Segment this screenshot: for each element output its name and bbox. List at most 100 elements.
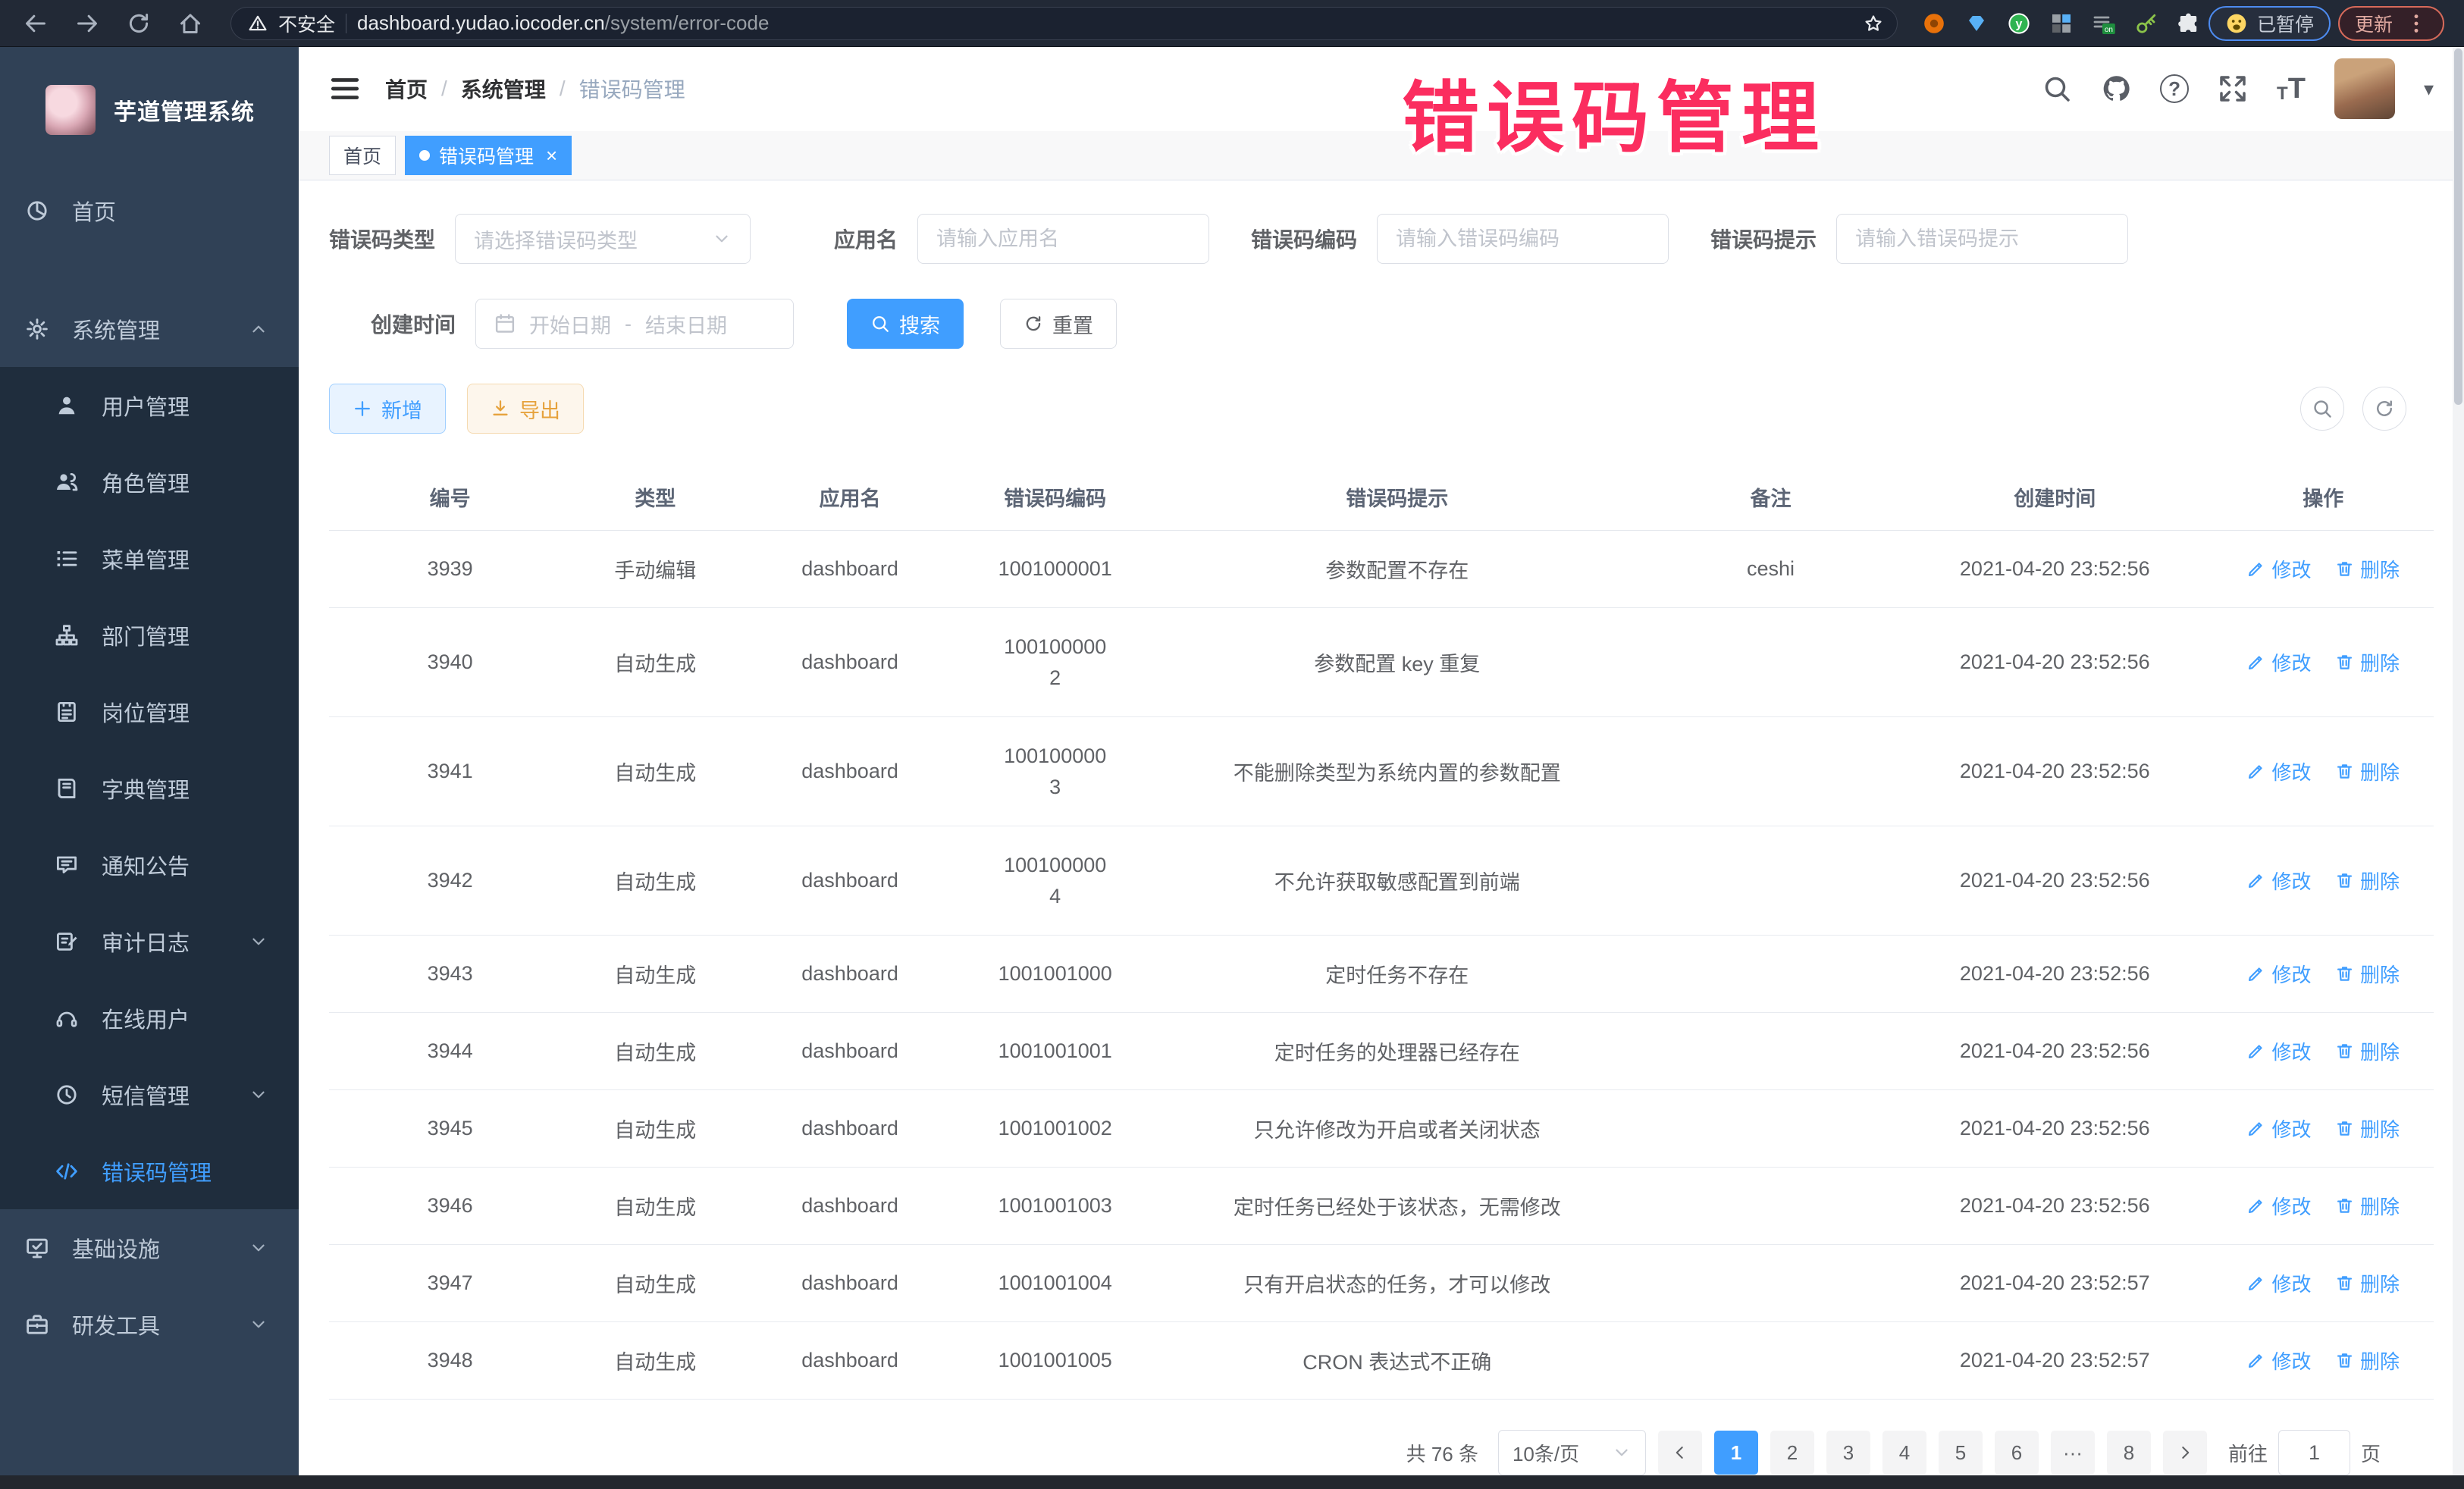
download-icon — [491, 399, 510, 418]
grid-extension-icon[interactable] — [2049, 11, 2074, 36]
app-name-input[interactable] — [936, 227, 1190, 251]
sidebar-item-5[interactable]: 部门管理 — [0, 597, 299, 673]
edit-link[interactable]: 修改 — [2246, 1346, 2311, 1375]
export-button[interactable]: 导出 — [467, 384, 584, 434]
reset-button[interactable]: 重置 — [1000, 299, 1117, 349]
error-type-select[interactable]: 请选择错误码类型 — [455, 214, 751, 264]
reload-icon[interactable] — [126, 11, 152, 36]
sidebar-item-14[interactable]: 研发工具 — [0, 1286, 299, 1362]
breadcrumb-item[interactable]: 首页 — [385, 74, 428, 104]
font-size-icon[interactable]: TT — [2277, 74, 2306, 103]
home-icon[interactable] — [177, 11, 203, 36]
edit-link[interactable]: 修改 — [2246, 1192, 2311, 1220]
caret-down-icon[interactable]: ▾ — [2424, 77, 2434, 101]
edit-link[interactable]: 修改 — [2246, 648, 2311, 676]
delete-link[interactable]: 删除 — [2335, 555, 2400, 583]
sidebar-item-3[interactable]: 角色管理 — [0, 444, 299, 520]
error-code-input[interactable] — [1396, 227, 1650, 251]
page-button-3[interactable]: 3 — [1826, 1431, 1870, 1475]
cell-note — [1644, 1090, 1897, 1168]
delete-link[interactable]: 删除 — [2335, 1346, 2400, 1375]
edit-link[interactable]: 修改 — [2246, 757, 2311, 785]
delete-link[interactable]: 删除 — [2335, 960, 2400, 988]
search-button[interactable]: 搜索 — [847, 299, 964, 349]
sidebar-item-12[interactable]: 错误码管理 — [0, 1133, 299, 1209]
more-menu-icon[interactable] — [2405, 12, 2428, 35]
delete-link[interactable]: 删除 — [2335, 757, 2400, 785]
edit-link[interactable]: 修改 — [2246, 1269, 2311, 1297]
sidebar-item-4[interactable]: 菜单管理 — [0, 520, 299, 597]
tab-0[interactable]: 首页 — [329, 136, 396, 175]
sidebar-item-label: 首页 — [72, 195, 116, 227]
delete-link[interactable]: 删除 — [2335, 1192, 2400, 1220]
page-content: 错误码类型 请选择错误码类型 应用名 错误码编码 — [299, 180, 2464, 1475]
window-scrollbar[interactable] — [2453, 47, 2464, 1475]
address-bar[interactable]: 不安全 dashboard.yudao.iocoder.cn/system/er… — [230, 7, 1898, 40]
sidebar-item-2[interactable]: 用户管理 — [0, 367, 299, 444]
page-button-···[interactable]: ··· — [2051, 1431, 2095, 1475]
help-icon[interactable]: ? — [2160, 74, 2189, 103]
edit-link[interactable]: 修改 — [2246, 1114, 2311, 1143]
sidebar-item-8[interactable]: 通知公告 — [0, 826, 299, 903]
table-row: 3944 自动生成 dashboard 1001001001 定时任务的处理器已… — [329, 1013, 2434, 1090]
cell-actions: 修改 删除 — [2212, 1322, 2434, 1400]
add-button[interactable]: 新增 — [329, 384, 446, 434]
edit-link[interactable]: 修改 — [2246, 867, 2311, 895]
update-button[interactable]: 更新 — [2338, 6, 2444, 41]
back-icon[interactable] — [23, 11, 49, 36]
error-msg-input[interactable] — [1855, 227, 2109, 251]
fullscreen-icon[interactable] — [2218, 74, 2248, 104]
page-button-4[interactable]: 4 — [1882, 1431, 1926, 1475]
gem-extension-icon[interactable] — [1964, 11, 1989, 36]
refresh-table-button[interactable] — [2362, 387, 2406, 431]
cell-actions: 修改 删除 — [2212, 1245, 2434, 1322]
y-logo-extension-icon[interactable]: y — [2007, 11, 2031, 36]
delete-link[interactable]: 删除 — [2335, 1037, 2400, 1065]
page-button-5[interactable]: 5 — [1939, 1431, 1983, 1475]
menu-list-icon — [55, 547, 79, 571]
key-extension-icon[interactable] — [2134, 11, 2158, 36]
page-button-2[interactable]: 2 — [1770, 1431, 1814, 1475]
orange-extension-icon[interactable] — [1922, 11, 1946, 36]
hamburger-icon[interactable] — [329, 73, 361, 105]
date-range-picker[interactable]: 开始日期 - 结束日期 — [475, 299, 794, 349]
next-page-button[interactable] — [2163, 1431, 2207, 1475]
sidebar-item-9[interactable]: 审计日志 — [0, 903, 299, 980]
page-size-select[interactable]: 10条/页 — [1498, 1430, 1646, 1475]
sidebar-menu: 首页 系统管理 用户管理 角色管理 菜单管理 部门管理 岗位管理 字典管理 通知… — [0, 172, 299, 1362]
tab-1[interactable]: 错误码管理 × — [405, 136, 572, 175]
show-search-toggle-button[interactable] — [2300, 387, 2344, 431]
page-button-8[interactable]: 8 — [2107, 1431, 2151, 1475]
edit-link[interactable]: 修改 — [2246, 555, 2311, 583]
prev-page-button[interactable] — [1658, 1431, 1702, 1475]
delete-link[interactable]: 删除 — [2335, 648, 2400, 676]
sidebar-item-10[interactable]: 在线用户 — [0, 980, 299, 1056]
user-avatar[interactable] — [2334, 58, 2395, 119]
sidebar-item-6[interactable]: 岗位管理 — [0, 673, 299, 750]
sidebar-item-13[interactable]: 基础设施 — [0, 1209, 299, 1286]
edit-link[interactable]: 修改 — [2246, 960, 2311, 988]
page-button-1[interactable]: 1 — [1714, 1431, 1758, 1475]
on-badge-extension-icon[interactable]: on — [2092, 11, 2116, 36]
paused-profile-badge[interactable]: 已暂停 — [2209, 6, 2331, 41]
delete-link[interactable]: 删除 — [2335, 1114, 2400, 1143]
close-tab-icon[interactable]: × — [546, 146, 557, 165]
github-icon[interactable] — [2101, 74, 2131, 104]
puzzle-extensions-icon[interactable] — [2177, 11, 2201, 36]
sidebar-item-1[interactable]: 系统管理 — [0, 290, 299, 367]
sidebar-item-11[interactable]: 短信管理 — [0, 1056, 299, 1133]
sidebar-item-0[interactable]: 首页 — [0, 172, 299, 249]
sidebar-item-7[interactable]: 字典管理 — [0, 750, 299, 826]
delete-link[interactable]: 删除 — [2335, 867, 2400, 895]
forward-icon[interactable] — [74, 11, 100, 36]
search-icon[interactable] — [2042, 74, 2072, 104]
bookmark-star-icon[interactable] — [1864, 14, 1883, 33]
breadcrumb-item[interactable]: 系统管理 — [461, 74, 546, 104]
cell-note — [1644, 608, 1897, 717]
page-button-6[interactable]: 6 — [1995, 1431, 2039, 1475]
delete-link[interactable]: 删除 — [2335, 1269, 2400, 1297]
table-row: 3947 自动生成 dashboard 1001001004 只有开启状态的任务… — [329, 1245, 2434, 1322]
scrollbar-thumb[interactable] — [2454, 49, 2462, 405]
goto-page-input[interactable] — [2290, 1441, 2339, 1465]
edit-link[interactable]: 修改 — [2246, 1037, 2311, 1065]
